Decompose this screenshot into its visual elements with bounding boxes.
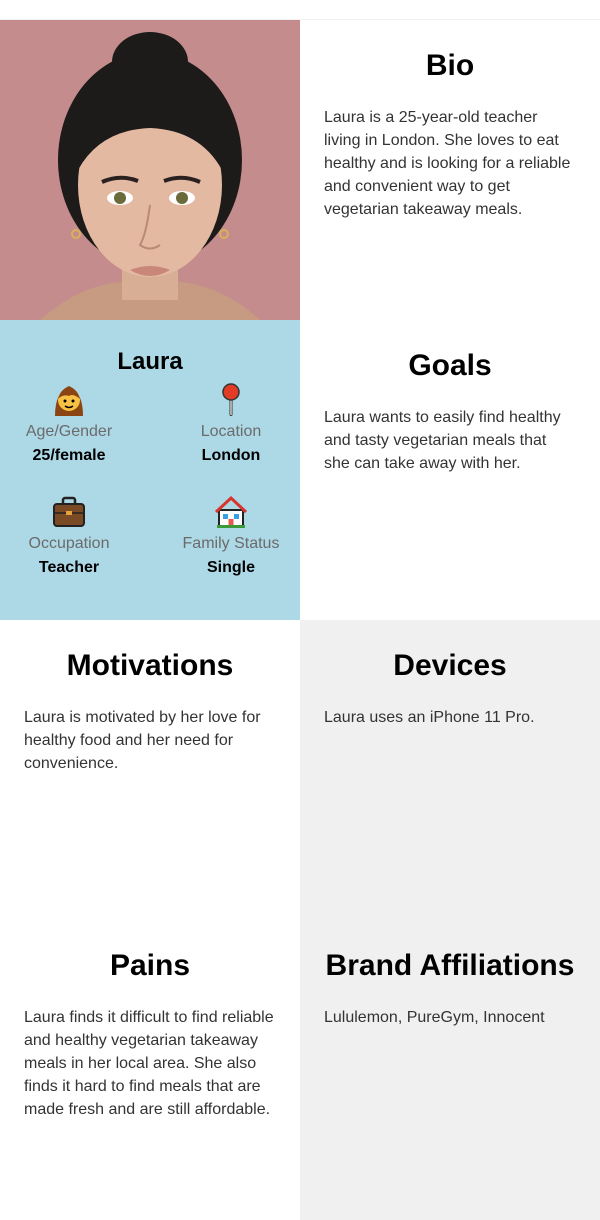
goals-text: Laura wants to easily find healthy and t… bbox=[324, 409, 561, 472]
stat-value: London bbox=[201, 447, 261, 464]
woman-icon bbox=[55, 386, 83, 416]
brand-affiliations-title: Brand Affiliations bbox=[325, 949, 575, 982]
devices-section: Devices Laura uses an iPhone 11 Pro. bbox=[300, 620, 600, 920]
devices-title: Devices bbox=[393, 649, 507, 682]
pains-section: Pains Laura finds it difficult to find r… bbox=[0, 920, 300, 1220]
stat-value: Teacher bbox=[38, 559, 100, 576]
bio-text: Laura is a 25-year-old teacher living in… bbox=[324, 109, 571, 218]
persona-name: Laura bbox=[117, 348, 183, 375]
profile-card: Laura Age/Gender 25/female Location Lond… bbox=[0, 320, 300, 620]
stat-age-gender: Age/Gender 25/female bbox=[0, 382, 144, 466]
house-icon bbox=[214, 495, 248, 528]
motivations-section: Motivations Laura is motivated by her lo… bbox=[0, 620, 300, 920]
motivations-title: Motivations bbox=[66, 649, 234, 682]
stat-location: Location London bbox=[156, 382, 300, 466]
motivations-text: Laura is motivated by her love for healt… bbox=[24, 709, 261, 772]
portrait-image bbox=[0, 20, 300, 320]
pains-title: Pains bbox=[109, 949, 191, 982]
pains-text: Laura finds it difficult to find reliabl… bbox=[24, 1009, 274, 1118]
bio-section: Bio Laura is a 25-year-old teacher livin… bbox=[300, 20, 600, 320]
goals-section: Goals Laura wants to easily find healthy… bbox=[300, 320, 600, 620]
pin-icon bbox=[222, 383, 240, 416]
top-bar bbox=[0, 0, 600, 20]
stat-occupation: Occupation Teacher bbox=[0, 494, 144, 578]
brand-affiliations-section: Brand Affiliations Lululemon, PureGym, I… bbox=[300, 920, 600, 1220]
stat-label: Location bbox=[200, 423, 262, 440]
brand-affiliations-text: Lululemon, PureGym, Innocent bbox=[324, 1009, 545, 1026]
bio-title: Bio bbox=[425, 49, 475, 82]
persona-photo bbox=[0, 20, 300, 320]
stat-label: Occupation bbox=[28, 535, 110, 552]
stat-label: Age/Gender bbox=[25, 423, 113, 440]
briefcase-icon bbox=[53, 496, 85, 527]
stat-value: Single bbox=[206, 559, 255, 576]
goals-title: Goals bbox=[408, 349, 492, 382]
stat-family-status: Family Status Single bbox=[156, 494, 300, 578]
stat-value: 25/female bbox=[32, 447, 106, 464]
stat-label: Family Status bbox=[182, 535, 280, 552]
devices-text: Laura uses an iPhone 11 Pro. bbox=[324, 709, 535, 726]
